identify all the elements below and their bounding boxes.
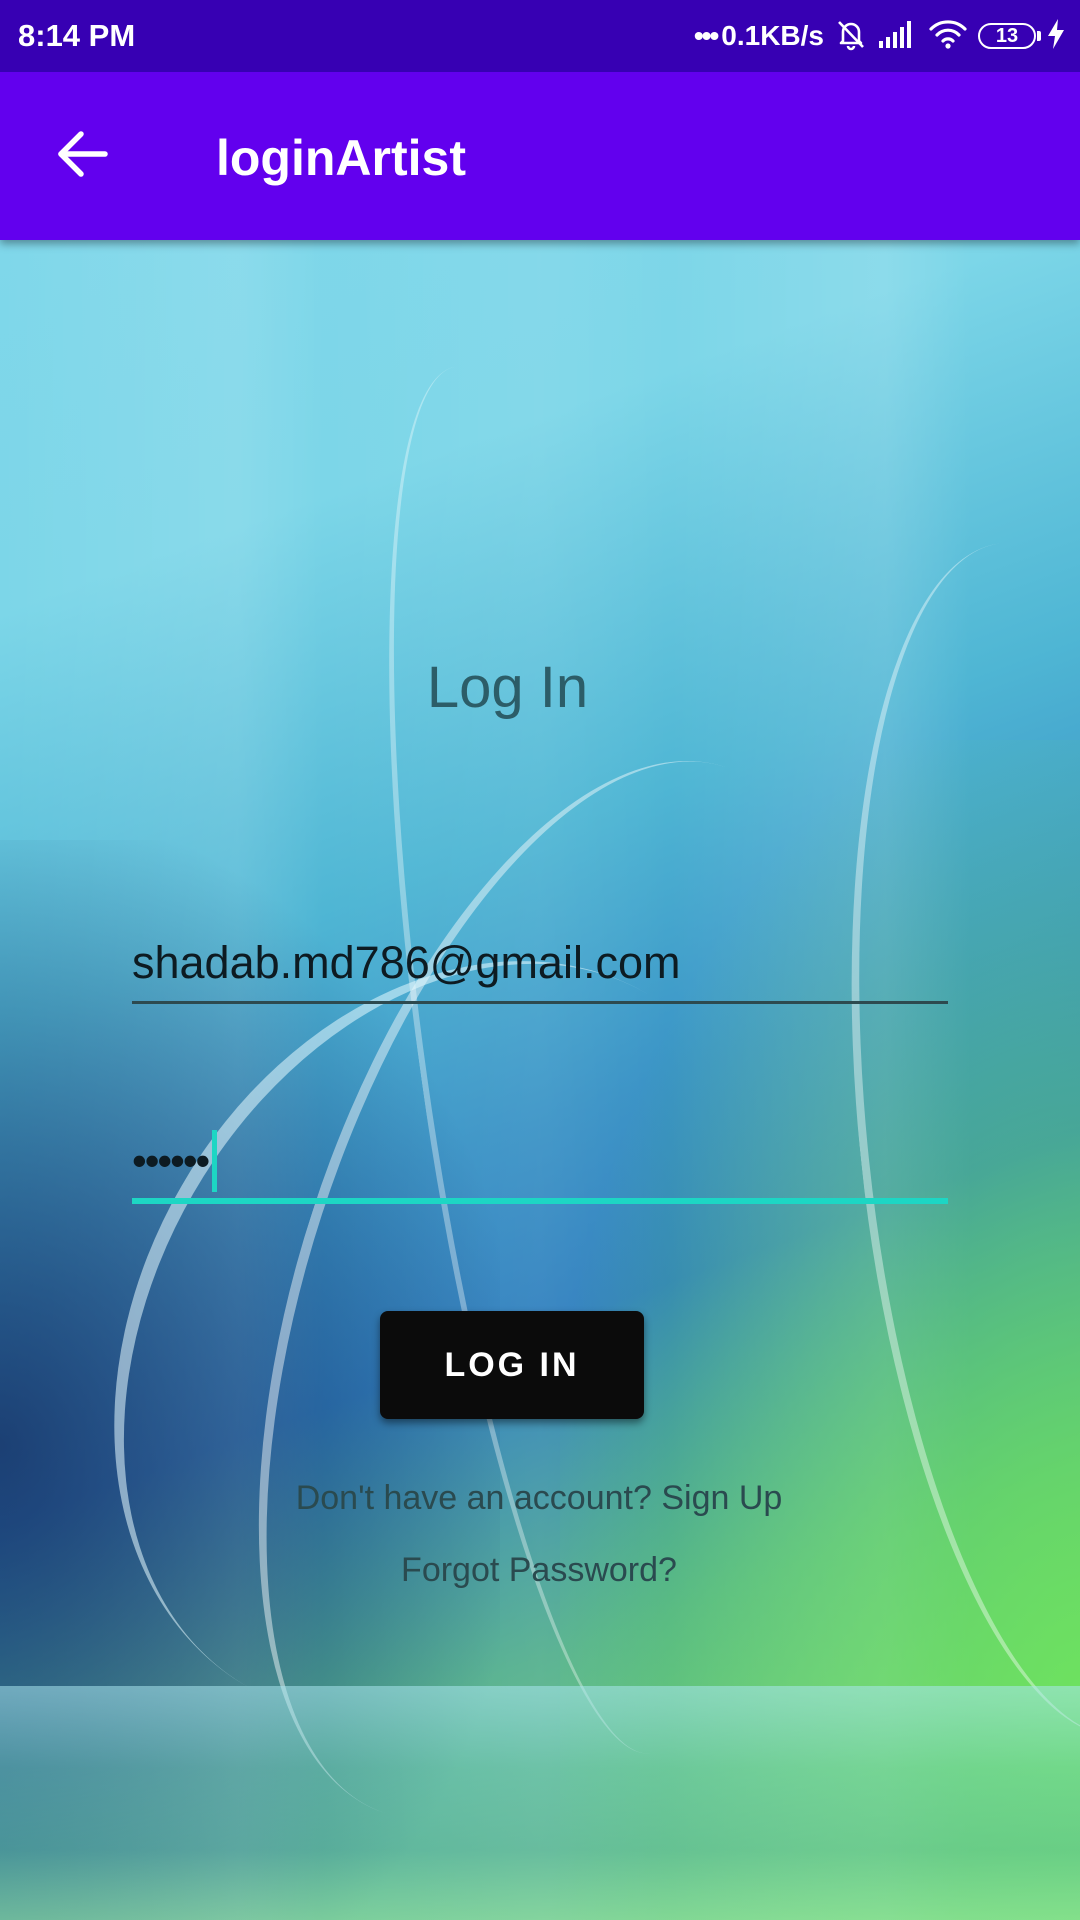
password-underline bbox=[132, 1198, 948, 1204]
app-bar: loginArtist bbox=[0, 72, 1080, 240]
login-button[interactable]: LOG IN bbox=[380, 1311, 644, 1419]
mute-bell-icon bbox=[834, 17, 868, 56]
back-button[interactable] bbox=[34, 108, 130, 204]
status-icons: ••• 0.1KB/s 13 bbox=[694, 14, 1066, 58]
charging-icon bbox=[1046, 18, 1066, 55]
login-form: Log In shadab.md786@gmail.com •••••• LOG… bbox=[0, 240, 1080, 1920]
signal-icon bbox=[878, 19, 918, 54]
password-field[interactable]: •••••• bbox=[132, 1088, 948, 1204]
battery-icon: 13 bbox=[978, 23, 1041, 49]
email-underline bbox=[132, 1001, 948, 1004]
signup-link[interactable]: Don't have an account? Sign Up bbox=[0, 1476, 1078, 1520]
arrow-back-icon bbox=[55, 127, 109, 186]
wifi-icon bbox=[928, 18, 968, 55]
status-dots: ••• bbox=[693, 20, 719, 51]
email-value: shadab.md786@gmail.com bbox=[132, 937, 681, 988]
battery-cap bbox=[1037, 31, 1041, 41]
status-bar: 8:14 PM ••• 0.1KB/s 13 bbox=[0, 0, 1080, 72]
battery-level: 13 bbox=[995, 24, 1019, 47]
network-speed: 0.1KB/s bbox=[721, 20, 824, 51]
email-field[interactable]: shadab.md786@gmail.com bbox=[132, 892, 948, 1004]
status-time: 8:14 PM bbox=[18, 18, 136, 53]
text-cursor bbox=[212, 1130, 218, 1192]
page-title: Log In bbox=[426, 655, 589, 720]
forgot-password-link[interactable]: Forgot Password? bbox=[0, 1548, 1078, 1592]
password-input-row: •••••• bbox=[132, 1128, 218, 1194]
password-value: •••••• bbox=[132, 1137, 210, 1184]
app-title: loginArtist bbox=[216, 130, 466, 186]
